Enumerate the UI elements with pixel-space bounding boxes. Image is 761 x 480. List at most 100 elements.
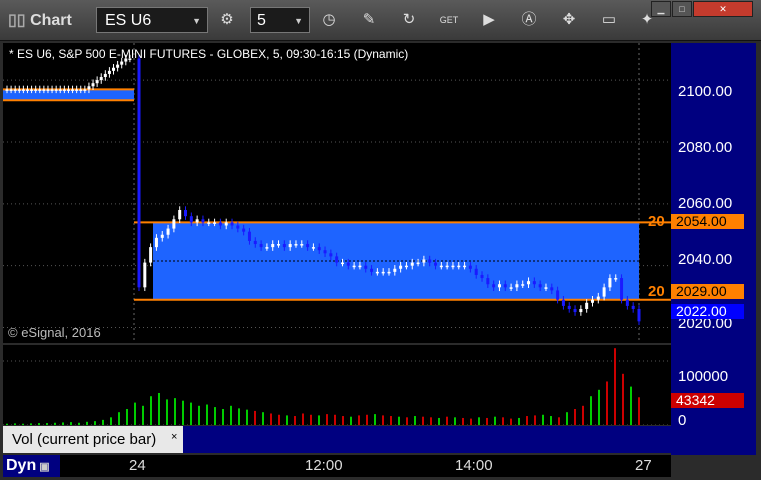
price-axis[interactable]: 2100.00 2080.00 2060.00 2040.00 2020.00 … <box>671 43 756 455</box>
candle <box>95 80 99 84</box>
candle <box>79 89 83 91</box>
candle <box>184 210 188 217</box>
candle <box>532 281 536 285</box>
candle <box>468 265 472 269</box>
candle <box>50 89 54 91</box>
candle <box>294 244 298 246</box>
volume-study-label[interactable]: Vol (current price bar) × <box>3 426 183 453</box>
a-icon[interactable]: Ⓐ <box>516 7 542 33</box>
interval-input[interactable]: 5 ▼ <box>250 7 310 33</box>
price-tag-lower: 2029.00 <box>671 284 744 299</box>
candle <box>91 83 95 87</box>
candle <box>242 228 246 232</box>
candle <box>25 89 29 91</box>
candle <box>364 265 368 269</box>
candle <box>178 210 182 220</box>
candle <box>556 290 560 300</box>
maximize-button[interactable]: □ <box>672 1 692 17</box>
candle <box>282 244 286 248</box>
candle <box>42 89 46 91</box>
comment-icon[interactable]: ▭ <box>596 7 622 33</box>
close-button[interactable]: ✕ <box>693 1 753 17</box>
candle <box>189 216 193 223</box>
time-label: 12:00 <box>305 457 343 474</box>
price-tag-last: 2022.00 <box>671 304 744 319</box>
candle <box>503 284 507 288</box>
candle <box>521 284 525 286</box>
chevron-down-icon[interactable]: ▼ <box>294 8 303 34</box>
candle <box>38 89 42 91</box>
volume-tick: 100000 <box>678 368 729 385</box>
settings-icon[interactable]: ⚙ <box>214 7 240 33</box>
candle <box>230 222 234 226</box>
volume-study-bar: Vol (current price bar) × <box>3 426 671 453</box>
time-label: 24 <box>129 457 146 474</box>
candle <box>317 247 321 251</box>
candle <box>288 244 292 248</box>
candle <box>213 222 217 224</box>
candle <box>370 268 374 272</box>
price-tick: 2040.00 <box>678 251 733 268</box>
candle <box>201 219 205 223</box>
volume-chart[interactable] <box>3 345 671 425</box>
refresh-icon[interactable]: ↻ <box>396 7 422 33</box>
chart-title: * ES U6, S&P 500 E-MINI FUTURES - GLOBEX… <box>9 47 409 61</box>
candle <box>34 89 38 91</box>
candle <box>172 219 176 229</box>
chevron-down-icon[interactable]: ▼ <box>192 8 201 34</box>
candle <box>166 228 170 235</box>
candle <box>439 265 443 268</box>
candle <box>259 244 263 248</box>
candle <box>154 237 158 248</box>
candle <box>9 89 13 91</box>
play-icon[interactable]: ▶ <box>476 7 502 33</box>
tools-icon[interactable]: ✥ <box>556 7 582 33</box>
candle <box>497 284 501 288</box>
candle <box>13 89 17 91</box>
candle <box>631 305 635 309</box>
get-icon[interactable]: GET <box>436 7 462 33</box>
candle <box>160 234 164 238</box>
dynamic-mode-button[interactable]: Dyn ▣ <box>3 455 60 477</box>
price-chart[interactable]: * ES U6, S&P 500 E-MINI FUTURES - GLOBEX… <box>3 43 671 343</box>
candle <box>492 284 496 288</box>
level-label-upper: 20 <box>648 213 665 230</box>
candle <box>416 262 420 265</box>
candle <box>625 299 629 306</box>
candle <box>329 253 333 257</box>
price-tick: 2060.00 <box>678 195 733 212</box>
candle <box>602 287 606 297</box>
candle <box>346 262 350 266</box>
candle <box>358 265 362 268</box>
candle <box>137 58 141 288</box>
candle <box>5 89 9 91</box>
candle <box>387 271 391 274</box>
candle <box>66 89 70 91</box>
candle <box>445 265 449 268</box>
price-plot <box>3 43 671 343</box>
candle <box>561 299 565 306</box>
candle <box>17 89 21 91</box>
close-icon[interactable]: × <box>171 424 177 451</box>
candle <box>224 222 228 226</box>
candle <box>58 89 62 91</box>
price-tick: 2100.00 <box>678 83 733 100</box>
pencil-icon[interactable]: ✎ <box>356 7 382 33</box>
minimize-button[interactable]: ▁ <box>651 1 671 17</box>
candle <box>538 284 542 288</box>
symbol-input[interactable]: ES U6 ▼ <box>96 7 208 33</box>
time-axis[interactable]: Dyn ▣ 24 12:00 14:00 27 <box>3 455 671 477</box>
level-label-lower: 20 <box>648 283 665 300</box>
clock-icon[interactable]: ◷ <box>316 7 342 33</box>
bars-icon: ▯▯ <box>8 12 31 29</box>
candle <box>335 256 339 263</box>
candle <box>247 231 251 241</box>
candle <box>265 247 269 249</box>
candle <box>112 67 116 71</box>
candle <box>87 86 91 90</box>
candle <box>585 302 589 309</box>
candle <box>103 73 107 78</box>
candle <box>486 278 490 285</box>
candle <box>480 274 484 279</box>
candle <box>120 61 124 65</box>
